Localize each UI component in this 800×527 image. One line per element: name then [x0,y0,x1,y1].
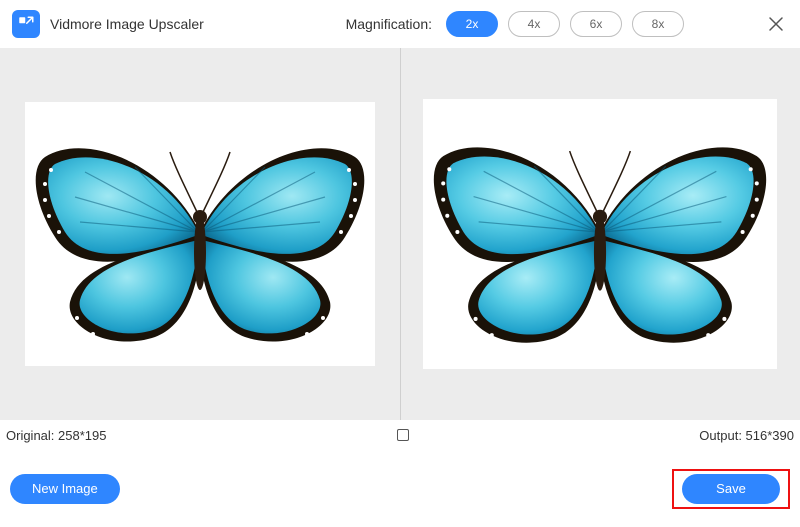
save-button[interactable]: Save [682,474,780,504]
output-dimensions: Output: 516*390 [699,428,794,443]
preview-workspace [0,48,800,420]
status-bar: Original: 258*195 Output: 516*390 [0,420,800,450]
aspect-lock[interactable] [106,429,699,441]
output-image[interactable] [423,99,777,369]
close-button[interactable] [764,12,788,36]
original-dimensions: Original: 258*195 [6,428,106,443]
output-pane [401,48,800,420]
magnification-label: Magnification: [346,16,432,32]
butterfly-image-original [25,102,375,366]
magnification-8x[interactable]: 8x [632,11,684,37]
top-bar: Vidmore Image Upscaler Magnification: 2x… [0,0,800,48]
magnification-group: Magnification: 2x 4x 6x 8x [346,11,684,37]
magnification-2x[interactable]: 2x [446,11,498,37]
save-highlight: Save [672,469,790,509]
original-image[interactable] [25,102,375,366]
upscale-icon [17,15,35,33]
magnification-4x[interactable]: 4x [508,11,560,37]
butterfly-image-output [423,99,777,369]
original-pane [0,48,400,420]
new-image-button[interactable]: New Image [10,474,120,504]
app-logo [12,10,40,38]
app-title: Vidmore Image Upscaler [50,16,204,32]
close-icon [767,15,785,33]
magnification-6x[interactable]: 6x [570,11,622,37]
footer-bar: New Image Save [0,450,800,527]
aspect-ratio-icon [397,429,409,441]
